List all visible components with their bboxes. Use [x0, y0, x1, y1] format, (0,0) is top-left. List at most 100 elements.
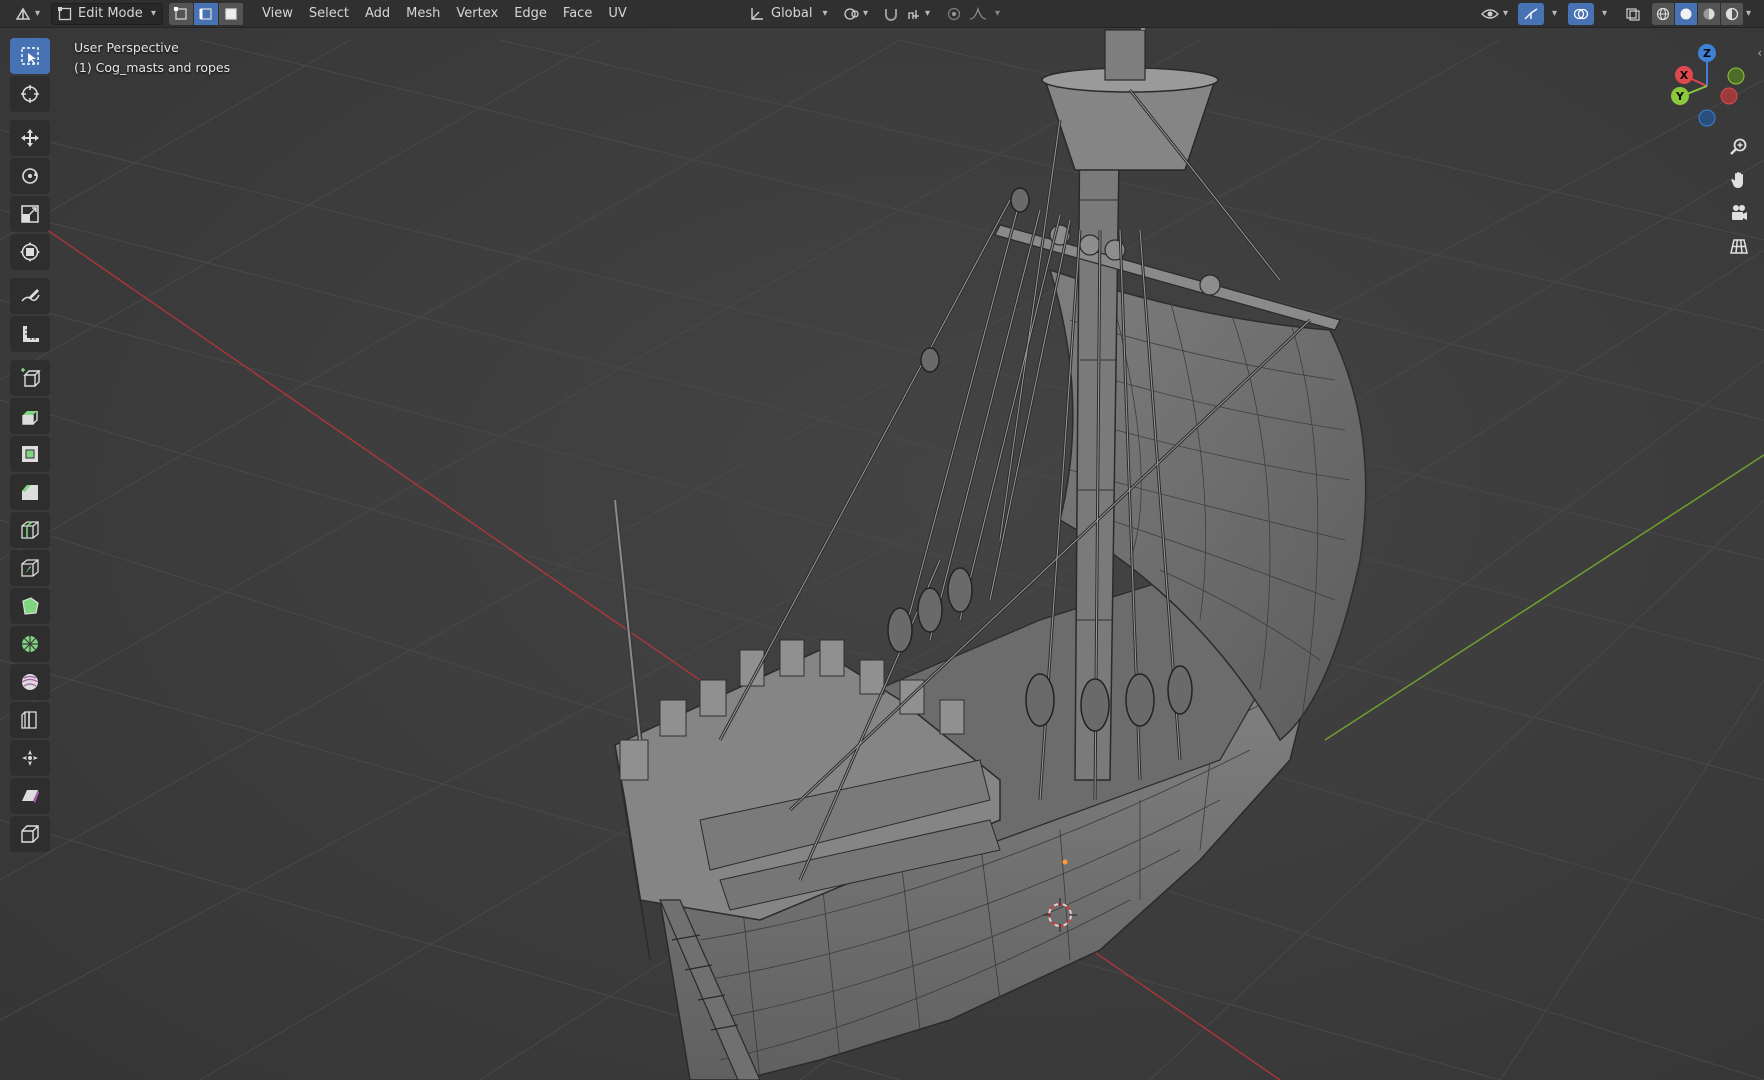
tool-select-box[interactable]: [10, 38, 50, 74]
tool-poly-build[interactable]: [10, 588, 50, 624]
rendered-shading-button[interactable]: [1721, 3, 1743, 25]
chevron-down-icon[interactable]: ▾: [1602, 8, 1607, 19]
gizmo-neg-z[interactable]: [1698, 109, 1716, 127]
camera-icon: [1732, 205, 1747, 220]
ortho-toggle-button[interactable]: [1724, 231, 1754, 261]
menu-edge[interactable]: Edge: [506, 3, 555, 25]
annotate-icon: [21, 289, 40, 302]
overlays-toggle[interactable]: [1568, 2, 1594, 25]
editor-type-icon: [15, 7, 31, 20]
rotate-icon: [22, 168, 38, 184]
shear-icon: [22, 790, 39, 803]
tool-move[interactable]: [10, 120, 50, 156]
cursor-icon: [21, 85, 39, 103]
chevron-down-icon[interactable]: ▾: [1552, 8, 1557, 19]
snap-toggle[interactable]: [878, 3, 904, 25]
mode-dropdown[interactable]: Edit Mode ▾: [51, 2, 164, 25]
tool-shelf: [10, 38, 52, 854]
edit-mode-icon: [58, 6, 72, 20]
snap-increment-icon: [908, 9, 919, 19]
menu-select[interactable]: Select: [301, 3, 357, 25]
wireframe-shading-button[interactable]: [1652, 3, 1674, 25]
viewport-header: ▾ Edit Mode ▾ View Select Add Mesh Verte…: [0, 0, 1764, 28]
shading-mode-toggle: [1652, 3, 1744, 25]
move-icon: [21, 129, 39, 147]
extrude-icon: [22, 411, 38, 425]
tool-smooth[interactable]: [10, 664, 50, 700]
add-cube-icon: [21, 368, 41, 387]
editor-type-button[interactable]: ▾: [10, 3, 45, 25]
tool-loop-cut[interactable]: [10, 512, 50, 548]
chevron-down-icon: ▾: [35, 8, 41, 19]
xray-toggle[interactable]: [1620, 3, 1646, 25]
tool-cursor[interactable]: [10, 76, 50, 112]
solid-icon: [1680, 8, 1692, 20]
chevron-down-icon: ▾: [151, 8, 157, 19]
tool-extrude[interactable]: [10, 398, 50, 434]
scale-icon: [21, 205, 39, 223]
edge-select-icon: [199, 7, 212, 20]
proportional-edit-icon: [947, 7, 961, 20]
visibility-dropdown[interactable]: ▾: [1476, 3, 1513, 25]
solid-shading-button[interactable]: [1675, 3, 1697, 25]
edge-slide-icon: [21, 711, 37, 729]
tool-annotate[interactable]: [10, 278, 50, 314]
knife-icon: [21, 559, 39, 577]
tool-edge-slide[interactable]: [10, 702, 50, 738]
orientation-label: Global: [771, 6, 813, 21]
falloff-curve-icon: [969, 6, 987, 20]
menu-add[interactable]: Add: [357, 3, 398, 25]
tool-knife[interactable]: [10, 550, 50, 586]
chevron-down-icon[interactable]: ▾: [1746, 8, 1751, 19]
menu-uv[interactable]: UV: [600, 3, 634, 25]
tool-shrink-fatten[interactable]: [10, 740, 50, 776]
gizmo-toggle[interactable]: [1518, 2, 1544, 25]
gizmo-neg-x[interactable]: [1720, 87, 1738, 105]
pivot-point-dropdown[interactable]: ▾: [838, 3, 873, 25]
viewport-canvas[interactable]: Z X Y: [0, 0, 1764, 1080]
menu-face[interactable]: Face: [555, 3, 600, 25]
vertex-select-button[interactable]: [169, 2, 194, 25]
face-select-icon: [225, 7, 237, 20]
gizmo-neg-y[interactable]: [1727, 67, 1745, 85]
menu-mesh[interactable]: Mesh: [398, 3, 448, 25]
spin-icon: [22, 636, 38, 652]
orientation-dropdown[interactable]: Global ▾: [744, 3, 833, 25]
tool-scale[interactable]: [10, 196, 50, 232]
material-shading-button[interactable]: [1698, 3, 1720, 25]
tool-shear[interactable]: [10, 778, 50, 814]
grid-view-icon: [1730, 239, 1748, 254]
tool-add-cube[interactable]: [10, 360, 50, 396]
menu-vertex[interactable]: Vertex: [448, 3, 506, 25]
snap-target-dropdown[interactable]: ▾: [902, 3, 935, 25]
falloff-dropdown[interactable]: ▾: [964, 3, 1005, 25]
tool-rip[interactable]: [10, 816, 50, 852]
tool-rotate[interactable]: [10, 158, 50, 194]
chevron-down-icon: ▾: [995, 8, 1001, 19]
tool-spin[interactable]: [10, 626, 50, 662]
wireframe-icon: [1656, 7, 1670, 21]
pan-button[interactable]: [1724, 165, 1754, 195]
face-select-button[interactable]: [219, 2, 244, 25]
smooth-icon: [21, 674, 39, 690]
sidebar-toggle-arrow[interactable]: ‹: [1757, 46, 1762, 60]
select-box-icon: [21, 47, 39, 65]
gizmo-z-label: Z: [1703, 47, 1711, 60]
menu-view[interactable]: View: [254, 3, 301, 25]
select-mode-toggle: [169, 2, 244, 25]
tool-measure[interactable]: [10, 316, 50, 352]
chevron-down-icon: ▾: [863, 8, 869, 19]
blender-window: Z X Y ▾ Edit Mode ▾ View Select Add Mesh…: [0, 0, 1764, 1080]
chevron-down-icon: ▾: [822, 8, 828, 19]
zoom-button[interactable]: [1724, 132, 1754, 162]
camera-view-button[interactable]: [1724, 198, 1754, 228]
overlays-icon: [1573, 8, 1589, 19]
rendered-icon: [1725, 7, 1739, 21]
edge-select-button[interactable]: [194, 2, 219, 25]
proportional-edit-toggle[interactable]: [942, 3, 966, 25]
tool-inset[interactable]: [10, 436, 50, 472]
tool-transform[interactable]: [10, 234, 50, 270]
tool-bevel[interactable]: [10, 474, 50, 510]
active-object-label: (1) Cog_masts and ropes: [74, 60, 231, 75]
magnet-icon: [885, 8, 897, 21]
